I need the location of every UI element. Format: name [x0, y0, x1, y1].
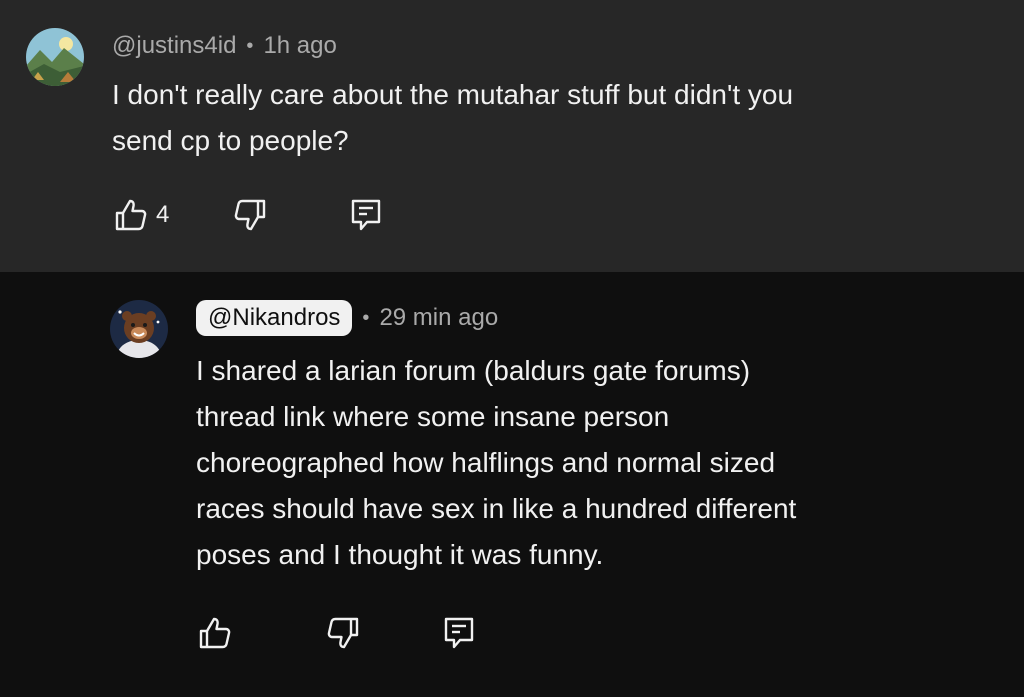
dislike-button[interactable]	[326, 616, 360, 650]
comment-icon	[352, 199, 381, 231]
bear-avatar-image	[110, 300, 168, 358]
reply-text-line: poses and I thought it was funny.	[196, 539, 604, 570]
author-name[interactable]: @justins4id	[112, 32, 236, 60]
thumbs-up-icon	[199, 617, 231, 649]
meta-separator: •	[362, 306, 370, 329]
reply-text-line: thread link where some insane person	[196, 401, 670, 432]
reply-text-line: I shared a larian forum (baldurs gate fo…	[196, 355, 751, 386]
reply-meta: @Nikandros • 29 min ago	[196, 300, 498, 336]
like-button[interactable]	[198, 616, 232, 650]
reply-text-line: choreographed how halflings and normal s…	[196, 447, 776, 478]
comment-card: @justins4id • 1h ago I don't really care…	[0, 0, 1024, 272]
comment-text: I don't really care about the mutahar st…	[112, 72, 992, 164]
comment-icon	[444, 617, 474, 649]
dislike-button[interactable]	[233, 198, 267, 232]
comment-actions: 4	[114, 198, 383, 232]
timestamp[interactable]: 29 min ago	[379, 304, 498, 332]
comment-text-line: send cp to people?	[112, 125, 349, 156]
reply-button[interactable]	[442, 616, 476, 650]
landscape-avatar-image	[26, 28, 84, 86]
avatar[interactable]	[110, 300, 168, 358]
avatar[interactable]	[26, 28, 84, 86]
reply-text-line: races should have sex in like a hundred …	[196, 493, 797, 524]
like-count: 4	[156, 201, 170, 228]
meta-separator: •	[246, 34, 254, 57]
thumbs-down-icon	[235, 199, 266, 231]
reply-actions	[198, 616, 476, 650]
thumbs-up-icon	[115, 199, 147, 231]
reply-card: @Nikandros • 29 min ago I shared a laria…	[0, 272, 1024, 697]
reply-text: I shared a larian forum (baldurs gate fo…	[196, 348, 996, 578]
timestamp[interactable]: 1h ago	[263, 32, 336, 60]
author-name-pill[interactable]: @Nikandros	[196, 300, 353, 336]
comment-text-line: I don't really care about the mutahar st…	[112, 79, 794, 110]
like-button[interactable]: 4	[114, 198, 169, 232]
reply-button[interactable]	[349, 198, 383, 232]
comment-meta: @justins4id • 1h ago	[112, 32, 337, 60]
thumbs-down-icon	[327, 617, 359, 649]
